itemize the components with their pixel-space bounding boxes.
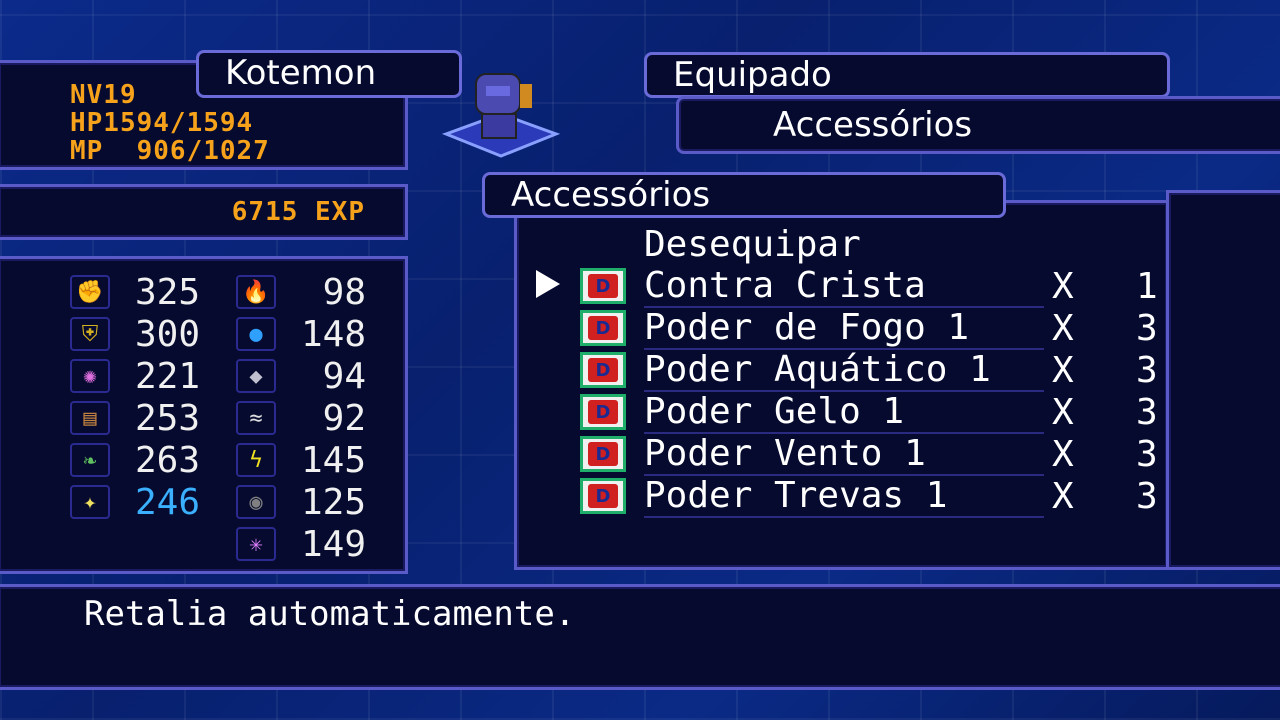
- sparkle-icon: ✦: [70, 485, 110, 519]
- accessories-header: Accessórios: [511, 175, 711, 215]
- quantity-multiplier: X: [1052, 349, 1074, 391]
- stat-value: 246: [134, 481, 200, 523]
- accessory-chip-icon: D: [580, 352, 626, 388]
- spirit-icon: ✺: [70, 359, 110, 393]
- stat-row: ✳ 149: [236, 523, 366, 565]
- stat-row: ◉ 125: [236, 481, 366, 523]
- stat-value: 325: [134, 271, 200, 313]
- equipped-slot-panel: Accessórios: [676, 96, 1280, 154]
- stat-value: 263: [134, 439, 200, 481]
- accessory-item[interactable]: D Contra Crista X 1: [536, 265, 1160, 308]
- stat-value: 149: [300, 523, 366, 565]
- quantity-multiplier: X: [1052, 475, 1074, 517]
- accessory-name: Poder de Fogo 1: [644, 307, 1044, 350]
- mp-text: MP 906/1027: [70, 136, 270, 166]
- shield-icon: ⛨: [70, 317, 110, 351]
- accessory-name: Poder Vento 1: [644, 433, 1044, 476]
- stat-row: 🔥 98: [236, 271, 366, 313]
- accessory-name: Poder Trevas 1: [644, 475, 1044, 518]
- stat-row: ◆ 94: [236, 355, 366, 397]
- accessory-chip-icon: D: [580, 436, 626, 472]
- accessory-item[interactable]: D Poder Aquático 1X 3: [580, 349, 1160, 392]
- accessory-name: Poder Aquático 1: [644, 349, 1044, 392]
- accessory-item[interactable]: D Poder Gelo 1X 3: [580, 391, 1160, 434]
- stat-value: 98: [322, 271, 366, 313]
- stat-value: 221: [134, 355, 200, 397]
- stat-row: ✺ 221: [70, 355, 200, 397]
- stat-row: ✊ 325: [70, 271, 200, 313]
- darkness-icon: ◉: [236, 485, 276, 519]
- stat-row: ❧ 263: [70, 439, 200, 481]
- exp-panel: 6715 EXP: [0, 184, 408, 240]
- accessory-item[interactable]: D Poder de Fogo 1X 3: [580, 307, 1160, 350]
- light-icon: ✳: [236, 527, 276, 561]
- hp-text: HP1594/1594: [70, 108, 254, 138]
- equipped-slot: Accessórios: [773, 105, 973, 145]
- selection-cursor-icon: [536, 270, 560, 298]
- accessory-chip-icon: D: [580, 394, 626, 430]
- stat-value: 148: [300, 313, 366, 355]
- stat-row: ϟ 145: [236, 439, 366, 481]
- stat-row: ⛨ 300: [70, 313, 200, 355]
- accessories-tab: Accessórios: [482, 172, 1006, 218]
- accessory-chip-icon: D: [580, 268, 626, 304]
- fist-icon: ✊: [70, 275, 110, 309]
- accessory-quantity: 3: [1136, 307, 1158, 349]
- exp-text: 6715 EXP: [231, 197, 365, 227]
- equipped-header: Equipado: [673, 55, 832, 95]
- stat-row: ▤ 253: [70, 397, 200, 439]
- fire-icon: 🔥: [236, 275, 276, 309]
- accessory-chip-icon: D: [580, 478, 626, 514]
- accessory-chip-icon: D: [580, 310, 626, 346]
- level-text: NV19: [70, 80, 137, 110]
- quantity-multiplier: X: [1052, 307, 1074, 349]
- accessory-item[interactable]: D Poder Vento 1X 3: [580, 433, 1160, 476]
- stat-value: 94: [322, 355, 366, 397]
- accessory-quantity: 3: [1136, 475, 1158, 517]
- accessory-quantity: 3: [1136, 391, 1158, 433]
- book-icon: ▤: [70, 401, 110, 435]
- unequip-option[interactable]: Desequipar: [644, 224, 861, 265]
- equipped-tab: Equipado: [644, 52, 1170, 98]
- ice-icon: ◆: [236, 359, 276, 393]
- stat-value: 125: [300, 481, 366, 523]
- accessory-quantity: 3: [1136, 349, 1158, 391]
- character-name-tab: Kotemon: [196, 50, 462, 98]
- stat-value: 145: [300, 439, 366, 481]
- stat-value: 253: [134, 397, 200, 439]
- stat-row: ≈92: [236, 397, 366, 439]
- stat-row: ● 148: [236, 313, 366, 355]
- stat-value: 300: [134, 313, 200, 355]
- stat-value: 92: [322, 397, 366, 439]
- wind-icon: ≈: [236, 401, 276, 435]
- right-frame: [1166, 190, 1280, 570]
- accessory-item[interactable]: D Poder Trevas 1X 3: [580, 475, 1160, 518]
- quantity-multiplier: X: [1052, 391, 1074, 433]
- feather-icon: ❧: [70, 443, 110, 477]
- quantity-multiplier: X: [1052, 265, 1074, 307]
- character-name: Kotemon: [225, 53, 377, 93]
- quantity-multiplier: X: [1052, 433, 1074, 475]
- accessory-quantity: 1: [1136, 265, 1158, 307]
- thunder-icon: ϟ: [236, 443, 276, 477]
- accessory-quantity: 3: [1136, 433, 1158, 475]
- stat-row: ✦ 246: [70, 481, 200, 523]
- character-portrait: [436, 64, 566, 164]
- accessory-name: Contra Crista: [644, 265, 1044, 308]
- accessory-name: Poder Gelo 1: [644, 391, 1044, 434]
- water-icon: ●: [236, 317, 276, 351]
- description-text: Retalia automaticamente.: [84, 594, 576, 634]
